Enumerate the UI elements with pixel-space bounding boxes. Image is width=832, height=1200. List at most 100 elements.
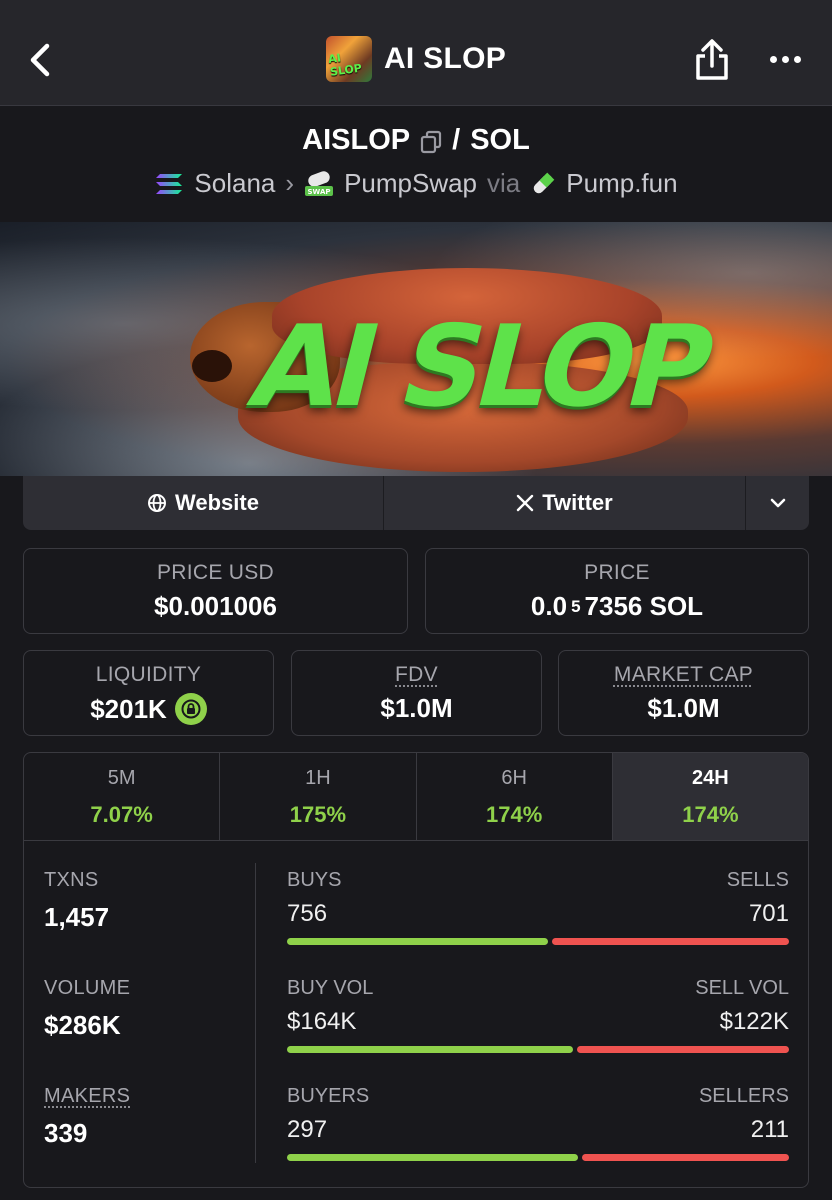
tab-change: 7.07% (90, 802, 153, 827)
svg-text:SWAP: SWAP (308, 188, 331, 196)
tab-label: 6H (501, 767, 527, 789)
sells-bar-fill (552, 938, 789, 945)
buyers-bar-fill (287, 1154, 579, 1161)
buy-vol-label: BUY VOL (287, 977, 374, 999)
chain-link[interactable]: Solana (194, 168, 275, 199)
volume-label: VOLUME (44, 977, 131, 999)
tab-24h[interactable]: 24H 174% (612, 753, 808, 840)
tab-label: 5M (107, 767, 136, 789)
sells-value: 701 (748, 900, 789, 927)
txns-value: 1,457 (44, 902, 110, 932)
buy-vol-value: $164K (287, 1008, 357, 1035)
globe-icon (148, 494, 167, 512)
copy-icon[interactable] (420, 129, 442, 153)
buys-sells-bar (287, 938, 789, 945)
fdv-value: $1.0M (380, 693, 453, 723)
share-icon (696, 39, 728, 80)
market-cap-label[interactable]: MARKET CAP (559, 663, 808, 687)
top-nav-bar: AI SLOP AI SLOP (0, 0, 832, 106)
price-prefix: 0.0 (530, 591, 568, 621)
tab-1h[interactable]: 1H 175% (220, 753, 417, 840)
stats-body: TXNS 1,457 VOLUME $286K MAKERS 339 BUYS S… (24, 841, 808, 1187)
buy-vol-bar-fill (287, 1046, 574, 1053)
sellers-label: SELLERS (698, 1085, 789, 1107)
tab-change: 175% (289, 802, 347, 827)
base-symbol: AISLOP (302, 124, 411, 156)
sell-vol-label: SELL VOL (695, 977, 789, 999)
makers-value: 339 (44, 1118, 88, 1148)
fdv-label[interactable]: FDV (292, 663, 541, 687)
social-links: Website Twitter (23, 476, 809, 530)
pill-icon (534, 172, 555, 193)
token-logo-text: AI SLOP (327, 51, 363, 79)
liquidity-label: LIQUIDITY (95, 663, 202, 686)
more-links-button[interactable] (746, 476, 809, 530)
stats-panel: 5M 7.07% 1H 175% 6H 174% 24H 174% TXNS 1… (23, 752, 809, 1188)
more-dot-icon (781, 55, 789, 63)
website-label: Website (175, 490, 259, 515)
pumpswap-icon: SWAP (305, 170, 334, 196)
sells-label: SELLS (726, 869, 789, 891)
stats-divider (255, 863, 256, 1163)
twitter-label: Twitter (542, 490, 613, 515)
banner-text: AI SLOP (238, 302, 722, 432)
dog-snout-shape (192, 350, 232, 382)
website-button[interactable]: Website (23, 476, 384, 530)
market-cap-box: MARKET CAP $1.0M (558, 650, 809, 736)
page-title: AI SLOP (383, 42, 507, 75)
tab-change: 174% (485, 802, 543, 827)
buys-bar-fill (287, 938, 549, 945)
more-dot-icon (769, 55, 777, 63)
lock-icon[interactable] (174, 693, 207, 725)
more-button[interactable] (760, 44, 810, 74)
price-native-box: PRICE 0.0 5 7356 SOL (425, 548, 809, 634)
sellers-value: 211 (750, 1116, 789, 1143)
timeframe-tabs: 5M 7.07% 1H 175% 6H 174% 24H 174% (24, 753, 808, 841)
buy-sell-volume-ratio: BUY VOL SELL VOL $164K $122K (287, 977, 789, 1053)
volume-stat: VOLUME $286K (44, 977, 130, 1041)
token-banner: AI SLOP (0, 222, 832, 476)
tab-label: 1H (305, 767, 331, 789)
price-usd-value: $0.001006 (154, 591, 277, 621)
buys-value: 756 (287, 900, 328, 927)
buyers-label: BUYERS (287, 1085, 370, 1107)
fdv-box: FDV $1.0M (291, 650, 542, 736)
liquidity-value: $201K (90, 693, 167, 724)
breadcrumb: Solana › SWAP PumpSwap via Pump.fun (0, 168, 832, 199)
sellers-bar-fill (582, 1154, 789, 1161)
pair-separator: / (452, 124, 461, 156)
txns-stat: TXNS 1,457 (44, 869, 109, 933)
market-cap-value: $1.0M (647, 693, 720, 723)
twitter-button[interactable]: Twitter (384, 476, 746, 530)
volume-value: $286K (44, 1010, 121, 1040)
tab-label: 24H (692, 767, 729, 789)
chevron-down-icon (770, 498, 785, 508)
tab-5m[interactable]: 5M 7.07% (24, 753, 221, 840)
price-usd-label: PRICE USD (156, 561, 275, 584)
makers-label[interactable]: MAKERS (44, 1085, 130, 1108)
sell-vol-value: $122K (719, 1008, 789, 1035)
price-zero-count: 5 (571, 596, 581, 616)
launchpad-link[interactable]: Pump.fun (566, 168, 677, 199)
buys-label: BUYS (287, 869, 342, 891)
makers-stat: MAKERS 339 (44, 1085, 130, 1149)
token-logo: AI SLOP (325, 36, 372, 82)
solana-icon (156, 173, 183, 194)
liquidity-box: LIQUIDITY $201K (23, 650, 274, 736)
via-text: via (487, 168, 521, 198)
share-button[interactable] (690, 38, 734, 82)
tab-change: 174% (682, 802, 739, 827)
txns-label: TXNS (44, 869, 99, 891)
buys-sells-ratio: BUYS SELLS 756 701 (287, 869, 789, 945)
pair-header: AISLOP / SOL (0, 124, 832, 157)
buy-sell-vol-bar (287, 1046, 789, 1053)
dex-link[interactable]: PumpSwap (344, 168, 477, 199)
price-usd-box: PRICE USD $0.001006 (23, 548, 408, 634)
x-logo-icon (517, 494, 534, 512)
buyers-value: 297 (287, 1116, 328, 1143)
buyers-sellers-ratio: BUYERS SELLERS 297 211 (287, 1085, 789, 1161)
tab-6h[interactable]: 6H 174% (417, 753, 613, 840)
price-label: PRICE (584, 561, 650, 584)
chevron-right-icon: › (285, 168, 295, 198)
more-dot-icon (793, 55, 801, 63)
